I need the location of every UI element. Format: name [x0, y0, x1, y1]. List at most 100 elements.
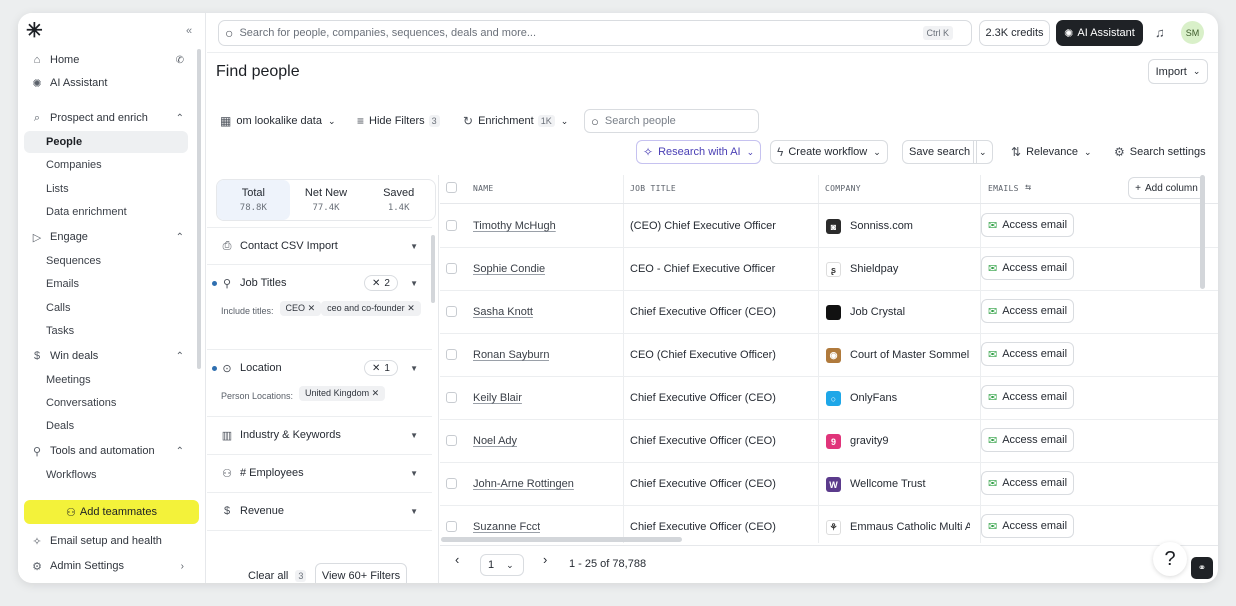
sidebar-item-data-enrichment[interactable]: Data enrichment	[24, 201, 188, 223]
sidebar-item-emails[interactable]: Emails	[24, 273, 188, 295]
company-name-link[interactable]: gravity9	[850, 435, 970, 447]
filter-location[interactable]: ⊙ Location ✕ 1 ▼ Person Locations: Unite…	[207, 350, 432, 417]
select-all-checkbox[interactable]	[446, 182, 457, 193]
person-name-link[interactable]: Sasha Knott	[473, 306, 533, 318]
company-name-link[interactable]: Court of Master Sommeli	[850, 349, 970, 361]
row-checkbox[interactable]	[446, 263, 457, 274]
search-people-input[interactable]: ○ Search people	[584, 109, 759, 133]
enrichment-dropdown[interactable]: ↻ Enrichment 1K ⌄	[463, 109, 568, 133]
help-button[interactable]: ?	[1153, 542, 1187, 576]
hide-filters-button[interactable]: ≡ Hide Filters 3	[357, 109, 440, 133]
sidebar-item-ai-assistant[interactable]: ✺ AI Assistant	[24, 72, 188, 94]
company-name-link[interactable]: Shieldpay	[850, 263, 970, 275]
filter-industry[interactable]: ▥ Industry & Keywords ▼	[207, 417, 432, 455]
collapse-sidebar-icon[interactable]: «	[186, 25, 192, 37]
row-checkbox[interactable]	[446, 521, 457, 532]
chat-widget-icon[interactable]: ⚭	[1191, 557, 1213, 579]
segment-saved[interactable]: Saved 1.4K	[362, 180, 435, 220]
sidebar-item-email-setup[interactable]: ✧ Email setup and health	[24, 530, 188, 552]
add-column-button[interactable]: + Add column	[1128, 177, 1205, 199]
sidebar-item-sequences[interactable]: Sequences	[24, 250, 188, 272]
sidebar-group-prospect[interactable]: ⌕ Prospect and enrich ⌃	[24, 107, 188, 129]
filter-count-chip[interactable]: ✕ 1	[364, 360, 398, 376]
table-row[interactable]: Sophie Condie CEO - Chief Executive Offic…	[440, 248, 1218, 291]
person-name-link[interactable]: Suzanne Fcct	[473, 521, 540, 533]
row-checkbox[interactable]	[446, 435, 457, 446]
import-button[interactable]: Import ⌄	[1148, 59, 1208, 84]
access-email-button[interactable]: ✉ Access email	[981, 213, 1075, 237]
clear-all-button[interactable]: Clear all 3	[248, 570, 307, 582]
table-row[interactable]: Timothy McHugh (CEO) Chief Executive Offi…	[440, 205, 1218, 248]
sidebar-item-calls[interactable]: Calls	[24, 297, 188, 319]
row-checkbox[interactable]	[446, 306, 457, 317]
access-email-button[interactable]: ✉ Access email	[981, 385, 1075, 409]
save-search-button[interactable]: Save search	[902, 140, 978, 164]
logo-icon[interactable]: ✳	[26, 21, 43, 41]
vertical-scrollbar[interactable]	[1200, 175, 1205, 289]
sidebar-item-tasks[interactable]: Tasks	[24, 320, 188, 342]
phone-icon[interactable]: ✆	[176, 55, 184, 66]
relevance-sort-dropdown[interactable]: ⇅ Relevance ⌄	[1011, 140, 1092, 164]
segment-total[interactable]: Total 78.8K	[217, 180, 290, 220]
access-email-button[interactable]: ✉ Access email	[981, 514, 1075, 538]
create-workflow-button[interactable]: ϟ Create workflow ⌄	[770, 140, 888, 164]
filter-job-titles[interactable]: ⚲ Job Titles ✕ 2 ▼ Include titles: CEO ✕…	[207, 265, 432, 350]
row-checkbox[interactable]	[446, 220, 457, 231]
person-name-link[interactable]: Sophie Condie	[473, 263, 545, 275]
horizontal-scrollbar[interactable]	[441, 537, 682, 542]
location-tag[interactable]: United Kingdom ✕	[299, 386, 386, 401]
title-tag[interactable]: CEO ✕	[279, 301, 322, 316]
company-name-link[interactable]: Sonniss.com	[850, 220, 970, 232]
sidebar-item-deals[interactable]: Deals	[24, 415, 188, 437]
table-row[interactable]: Keily Blair Chief Executive Officer (CEO)…	[440, 377, 1218, 420]
add-teammates-button[interactable]: ⚇ Add teammates	[24, 500, 199, 524]
person-name-link[interactable]: Noel Ady	[473, 435, 517, 447]
close-icon[interactable]: ✕	[372, 388, 380, 398]
sidebar-item-companies[interactable]: Companies	[24, 154, 188, 176]
sidebar-group-engage[interactable]: ▷ Engage ⌃	[24, 226, 188, 248]
filter-revenue[interactable]: $ Revenue ▼	[207, 493, 432, 531]
next-page-icon[interactable]: ›	[543, 552, 547, 567]
sidebar-group-win-deals[interactable]: $ Win deals ⌃	[24, 345, 188, 367]
row-checkbox[interactable]	[446, 478, 457, 489]
column-header-name[interactable]: NAME	[473, 184, 493, 193]
sidebar-item-meetings[interactable]: Meetings	[24, 369, 188, 391]
sidebar-group-tools[interactable]: ⚲ Tools and automation ⌃	[24, 440, 188, 462]
company-name-link[interactable]: OnlyFans	[850, 392, 970, 404]
person-name-link[interactable]: Ronan Sayburn	[473, 349, 549, 361]
page-select[interactable]: 1 ⌄	[480, 554, 524, 576]
company-name-link[interactable]: Job Crystal	[850, 306, 970, 318]
view-all-filters-button[interactable]: View 60+ Filters	[315, 563, 407, 583]
credits-button[interactable]: 2.3K credits	[979, 20, 1050, 46]
close-icon[interactable]: ✕	[407, 303, 415, 313]
avatar[interactable]: SM	[1181, 21, 1204, 44]
close-icon[interactable]: ✕	[308, 303, 316, 313]
title-tag[interactable]: ceo and co-founder ✕	[321, 301, 421, 316]
sidebar-item-lists[interactable]: Lists	[24, 178, 188, 200]
sidebar-item-people[interactable]: People	[24, 131, 188, 153]
research-with-ai-button[interactable]: ✧ Research with AI ⌄	[636, 140, 762, 164]
filter-employees[interactable]: ⚇ # Employees ▼	[207, 455, 432, 493]
column-header-emails[interactable]: EMAILS	[988, 184, 1019, 193]
row-checkbox[interactable]	[446, 392, 457, 403]
access-email-button[interactable]: ✉ Access email	[981, 428, 1075, 452]
person-name-link[interactable]: Timothy McHugh	[473, 220, 556, 232]
filters-scrollbar[interactable]	[431, 235, 435, 303]
filter-count-chip[interactable]: ✕ 2	[364, 275, 398, 291]
company-name-link[interactable]: Wellcome Trust	[850, 478, 970, 490]
table-row[interactable]: Ronan Sayburn CEO (Chief Executive Office…	[440, 334, 1218, 377]
sidebar-item-workflows[interactable]: Workflows	[24, 464, 188, 486]
sidebar-scrollbar[interactable]	[197, 49, 201, 369]
access-email-button[interactable]: ✉ Access email	[981, 256, 1075, 280]
company-name-link[interactable]: Emmaus Catholic Multi A	[850, 521, 970, 533]
global-search-input[interactable]: ○ Search for people, companies, sequence…	[218, 20, 972, 46]
person-name-link[interactable]: John-Arne Rottingen	[473, 478, 574, 490]
table-row[interactable]: John-Arne Rottingen Chief Executive Offic…	[440, 463, 1218, 506]
save-search-dropdown[interactable]: ⌄	[973, 140, 993, 164]
lookalike-dropdown[interactable]: ▦ om lookalike data ⌄	[220, 109, 336, 133]
access-email-button[interactable]: ✉ Access email	[981, 471, 1075, 495]
column-header-company[interactable]: COMPANY	[825, 184, 861, 193]
bell-icon[interactable]: ♫	[1155, 25, 1165, 40]
access-email-button[interactable]: ✉ Access email	[981, 299, 1075, 323]
table-row[interactable]: Noel Ady Chief Executive Officer (CEO) 9 gr…	[440, 420, 1218, 463]
